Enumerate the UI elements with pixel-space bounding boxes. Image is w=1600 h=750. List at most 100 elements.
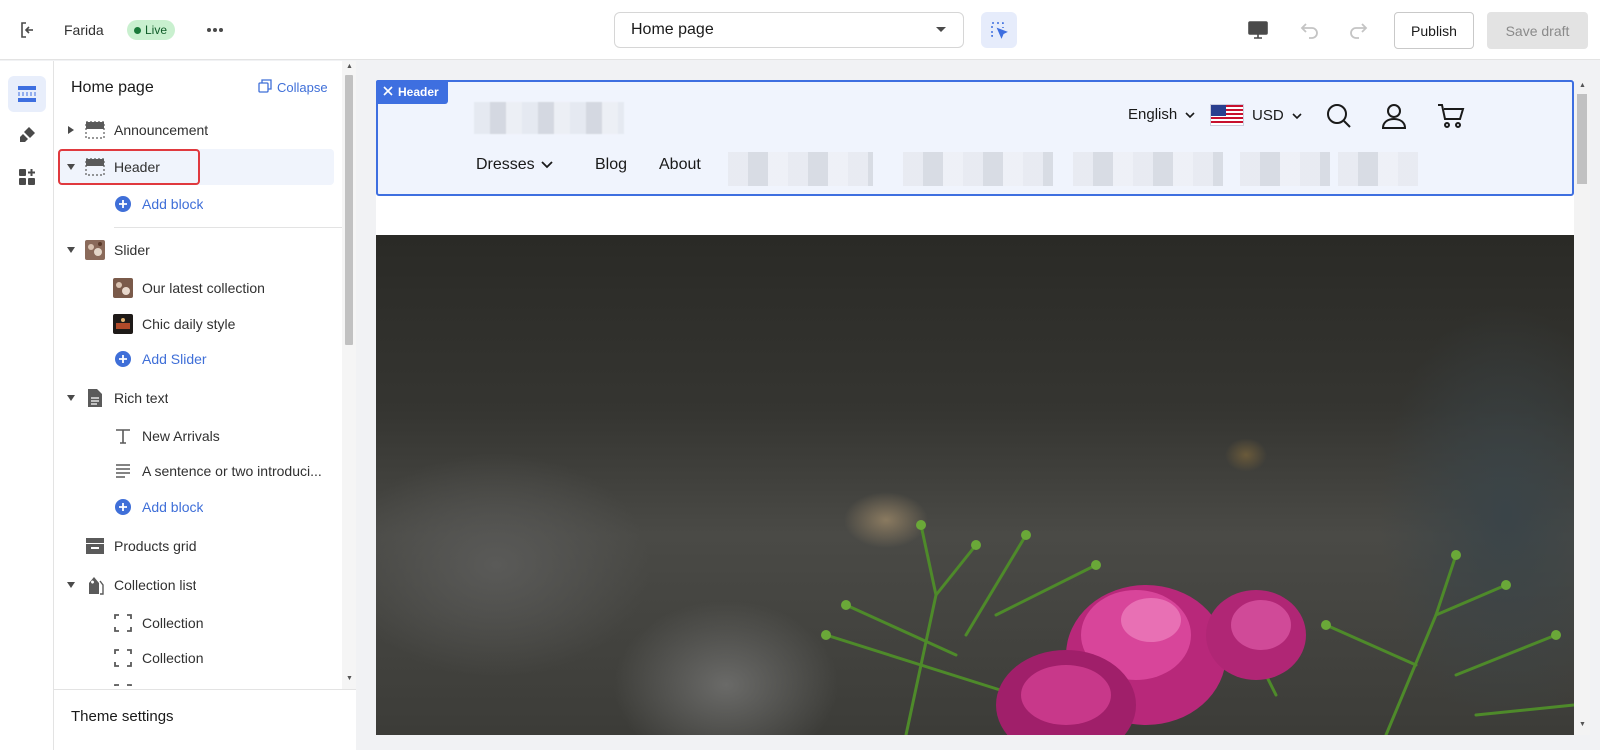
hero-slide-image[interactable] [376, 235, 1574, 735]
blurred-nav-item[interactable] [903, 152, 1053, 186]
scrollbar-thumb[interactable] [345, 75, 353, 345]
save-draft-button[interactable]: Save draft [1487, 12, 1588, 49]
chevron-down-icon [1292, 107, 1302, 124]
apps-icon[interactable] [8, 159, 46, 195]
tree-item-label: Announcement [114, 122, 209, 138]
tree-item-header[interactable]: Header [58, 149, 334, 185]
scroll-down-icon[interactable]: ▼ [346, 675, 353, 682]
tree-item-products-grid[interactable]: Products grid [54, 528, 342, 564]
nav-item-blog[interactable]: Blog [595, 156, 627, 174]
sidebar-scrollbar[interactable]: ▲ ▼ [342, 61, 356, 689]
tree-item-block[interactable] [54, 675, 342, 686]
page-select-value: Home page [631, 21, 714, 38]
cart-icon[interactable] [1435, 100, 1467, 132]
collection-frame-icon [112, 612, 134, 634]
section-layout-icon [84, 156, 106, 178]
tree-item-block[interactable]: New Arrivals [54, 418, 342, 454]
section-tree: Announcement Header Add block Slider Our… [54, 111, 342, 686]
sections-icon[interactable] [8, 76, 46, 112]
products-grid-icon [84, 535, 106, 557]
tree-item-label: Header [114, 159, 160, 175]
store-logo[interactable] [474, 102, 624, 134]
document-icon [84, 387, 106, 409]
add-block-label: Add block [142, 196, 204, 212]
collection-tag-icon [84, 574, 106, 596]
add-slider-label: Add Slider [142, 351, 207, 367]
scrollbar-thumb[interactable] [1577, 94, 1587, 184]
caret-down-icon[interactable] [66, 162, 76, 172]
redo-icon[interactable] [1344, 16, 1372, 44]
tree-item-label: Rich text [114, 390, 169, 406]
collection-frame-icon [112, 682, 134, 686]
collapse-label: Collapse [277, 80, 328, 95]
us-flag-icon [1210, 104, 1244, 126]
blurred-nav-item[interactable] [1073, 152, 1223, 186]
publish-button[interactable]: Publish [1394, 12, 1474, 49]
collapse-button[interactable]: Collapse [258, 79, 328, 96]
language-selector[interactable]: English [1128, 106, 1195, 123]
left-rail [0, 61, 54, 750]
store-preview: Header English USD Dresses Blog About [376, 80, 1574, 735]
scroll-down-icon[interactable]: ▼ [1579, 721, 1586, 728]
exit-icon[interactable] [16, 18, 40, 42]
caret-right-icon[interactable] [66, 125, 76, 135]
desktop-icon[interactable] [1244, 16, 1272, 44]
inspect-icon[interactable] [981, 12, 1017, 48]
currency-selector[interactable]: USD [1210, 104, 1302, 126]
language-label: English [1128, 106, 1178, 123]
chevron-down-icon [935, 21, 947, 39]
header-section-tag[interactable]: Header [376, 80, 448, 104]
status-badge-label: Live [145, 23, 168, 37]
search-icon[interactable] [1323, 100, 1355, 132]
tree-item-collection-list[interactable]: Collection list [54, 567, 342, 603]
add-block-label: Add block [142, 499, 204, 515]
status-badge: Live [127, 20, 176, 40]
tree-item-block[interactable]: Our latest collection [54, 270, 342, 306]
tree-item-label: Chic daily style [142, 316, 236, 332]
theme-brush-icon[interactable] [8, 117, 46, 153]
undo-icon[interactable] [1296, 16, 1324, 44]
add-slider-button[interactable]: Add Slider [54, 341, 342, 377]
blurred-nav-item[interactable] [728, 152, 873, 186]
account-icon[interactable] [1378, 100, 1410, 132]
slide-thumbnail [112, 277, 134, 299]
preview-header-section[interactable]: Header English USD Dresses Blog About [376, 80, 1574, 196]
slider-thumbnail [84, 239, 106, 261]
tree-item-label: Collection [142, 615, 204, 631]
theme-settings-link[interactable]: Theme settings [71, 708, 174, 725]
caret-down-icon[interactable] [66, 393, 76, 403]
page-select[interactable]: Home page [614, 12, 964, 48]
nav-item-dresses[interactable]: Dresses [476, 156, 553, 174]
blurred-nav-item[interactable] [1338, 152, 1418, 186]
more-icon[interactable] [202, 18, 228, 42]
add-block-button[interactable]: Add block [54, 186, 342, 222]
tree-item-slider[interactable]: Slider [54, 232, 342, 268]
top-bar: Farida Live Home page Publish Save draft [0, 0, 1600, 60]
tree-item-block[interactable]: Collection [54, 640, 342, 676]
tree-item-block[interactable]: Chic daily style [54, 306, 342, 342]
flower-photo [821, 520, 1574, 735]
text-icon [112, 425, 134, 447]
tree-item-label: A sentence or two introduci... [142, 463, 322, 479]
tree-item-block[interactable]: A sentence or two introduci... [54, 453, 342, 489]
nav-item-label: Blog [595, 156, 628, 173]
sidebar-title: Home page [71, 79, 154, 96]
tree-item-block[interactable]: Collection [54, 605, 342, 641]
collapse-icon [258, 79, 272, 96]
caret-down-icon[interactable] [66, 245, 76, 255]
preview-scrollbar[interactable]: ▲ ▼ [1574, 80, 1590, 735]
scroll-up-icon[interactable]: ▲ [1579, 82, 1586, 89]
theme-settings-footer: Theme settings [54, 689, 356, 750]
nav-item-about[interactable]: About [659, 156, 701, 174]
tree-item-announcement[interactable]: Announcement [54, 112, 342, 148]
caret-down-icon[interactable] [66, 580, 76, 590]
plus-circle-icon [112, 193, 134, 215]
live-dot-icon [134, 26, 141, 34]
header-tag-label: Header [398, 85, 439, 99]
tree-item-rich-text[interactable]: Rich text [54, 380, 342, 416]
scroll-up-icon[interactable]: ▲ [346, 63, 353, 70]
blurred-nav-item[interactable] [1240, 152, 1330, 186]
close-icon[interactable] [383, 85, 393, 99]
chevron-down-icon [541, 156, 553, 174]
add-block-button[interactable]: Add block [54, 489, 342, 525]
